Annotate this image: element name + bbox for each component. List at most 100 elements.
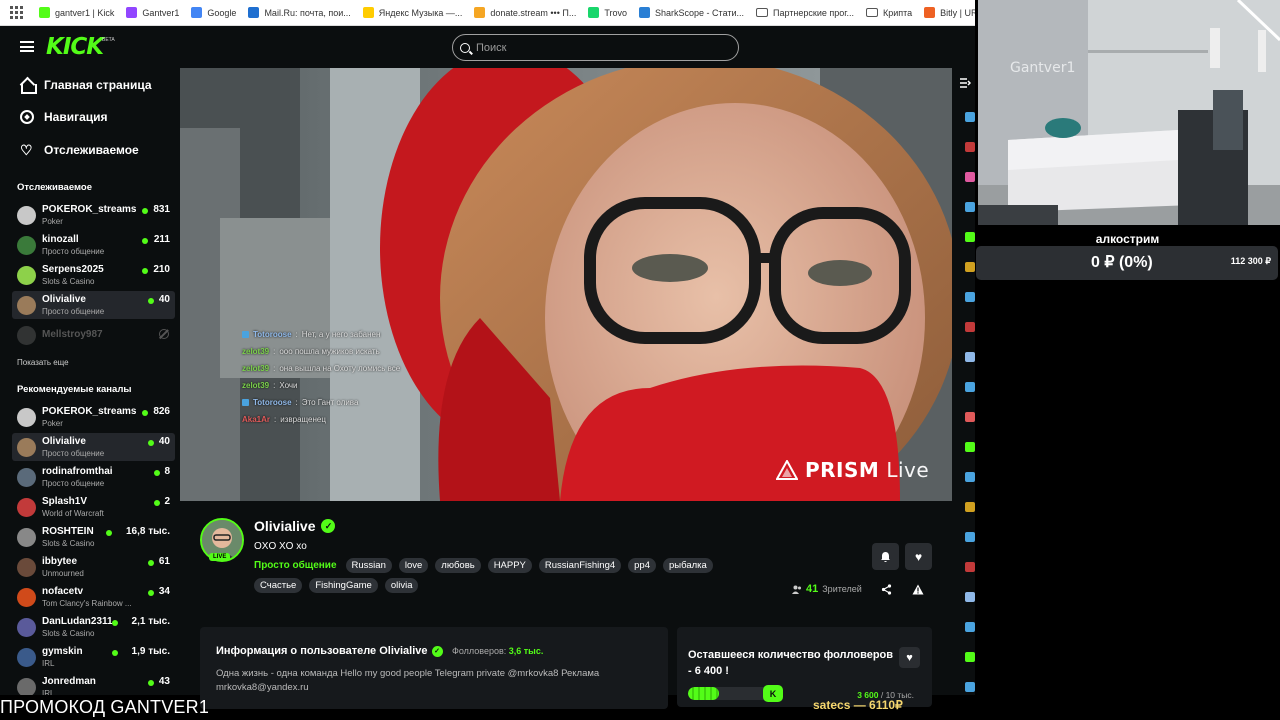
bookmark-item[interactable]: SharkScope - Стати... xyxy=(639,7,744,18)
follow-button[interactable]: ♥ xyxy=(905,543,932,570)
bookmark-item[interactable]: Google xyxy=(191,7,236,18)
sidebar-channel[interactable]: ibbytee Unmourned 61 xyxy=(12,553,175,581)
channel-viewers: 826 xyxy=(153,406,170,417)
stream-tag[interactable]: olivia xyxy=(384,578,419,593)
stream-tag[interactable]: Russian xyxy=(345,558,392,573)
sidebar-channel[interactable]: gymskin IRL 1,9 тыс. xyxy=(12,643,175,671)
sidebar-channel[interactable]: rodinafromthai Просто общение 8 xyxy=(12,463,175,491)
favicon-icon xyxy=(924,7,936,18)
sidebar-channel[interactable]: Splash1V World of Warcraft 2 xyxy=(12,493,175,521)
category-link[interactable]: Просто общение xyxy=(254,560,337,571)
chat-text: она вышла на Охоту ломись все xyxy=(279,364,401,373)
live-dot-icon xyxy=(148,590,154,596)
live-dot-icon xyxy=(148,440,154,446)
viewer-number: 41 xyxy=(806,583,819,595)
live-dot-icon xyxy=(148,560,154,566)
collapsed-chat-badge xyxy=(965,322,975,332)
channel-category: World of Warcraft xyxy=(42,509,104,518)
kick-logo[interactable]: KICK xyxy=(46,34,104,60)
sidebar-channel[interactable]: nofacetv Tom Clancy's Rainbow ... 34 xyxy=(12,583,175,611)
live-dot-icon xyxy=(154,470,160,476)
nav-following[interactable]: ♡ Отслеживаемое xyxy=(20,143,139,157)
expand-chat-icon[interactable] xyxy=(959,78,971,88)
collapsed-chat-badge xyxy=(965,232,975,242)
stream-title: OXO XO xo xyxy=(254,541,307,552)
bookmark-item[interactable]: Bitly | URL Shortene xyxy=(924,7,975,18)
bookmark-item[interactable]: donate.stream ••• П... xyxy=(474,7,576,18)
nav-home[interactable]: Главная страница xyxy=(20,78,152,94)
bookmark-item[interactable]: Gantver1 xyxy=(126,7,179,18)
collapsed-chat-badge xyxy=(965,292,975,302)
bookmark-item[interactable]: gantver1 | Kick xyxy=(39,7,114,18)
sidebar-channel[interactable]: kinozall Просто общение 211 xyxy=(12,231,175,259)
notify-button[interactable] xyxy=(872,543,899,570)
live-dot-icon xyxy=(142,208,148,214)
streamer-name-row: Olivialive ✓ xyxy=(254,518,336,534)
stream-tag[interactable]: HAPPY xyxy=(487,558,532,573)
bookmark-item[interactable]: Крипта xyxy=(865,8,912,18)
sidebar-channel[interactable]: Olivialive Просто общение 40 xyxy=(12,291,175,319)
channel-name: rodinafromthai xyxy=(42,466,113,477)
stream-tag[interactable]: рыбалка xyxy=(663,558,713,573)
streamer-name[interactable]: Olivialive xyxy=(254,518,315,534)
stream-tag[interactable]: любовь xyxy=(435,558,481,573)
favicon-icon xyxy=(39,7,50,18)
channel-category: Просто общение xyxy=(42,449,105,458)
sidebar-channel[interactable]: Olivialive Просто общение 40 xyxy=(12,433,175,461)
sidebar-channel[interactable]: POKEROK_streams Poker 826 xyxy=(12,403,175,431)
verified-icon: ✓ xyxy=(431,645,443,657)
channel-avatar xyxy=(17,266,36,285)
channel-name: Olivialive xyxy=(42,436,86,447)
recommended-section-title: Рекомендуемые каналы xyxy=(17,384,132,395)
channel-viewers: 2,1 тыс. xyxy=(131,616,170,627)
sidebar-channel[interactable]: DanLudan2311 Slots & Casino 2,1 тыс. xyxy=(12,613,175,641)
goal-follow-button[interactable]: ♥ xyxy=(899,647,920,668)
sidebar-channel[interactable]: POKEROK_streams Poker 831 xyxy=(12,201,175,229)
bio-text: Одна жизнь - одна команда Hello my good … xyxy=(216,668,600,693)
kick-app: KICK BETA Главная страница Навигация ♡ О… xyxy=(0,26,975,709)
channel-avatar xyxy=(17,296,36,315)
report-icon[interactable] xyxy=(912,583,924,595)
collapsed-chat-badge xyxy=(965,652,975,662)
stream-tag[interactable]: Счастье xyxy=(254,578,303,593)
channel-name: POKEROK_streams xyxy=(42,204,137,215)
video-player[interactable]: Totoroose: Нет, а у него забанен zelot39: о… xyxy=(180,68,952,501)
channel-viewers: 43 xyxy=(158,676,170,687)
sidebar-channel[interactable]: ROSHTEIN Slots & Casino 16,8 тыс. xyxy=(12,523,175,551)
stream-tag[interactable]: RussianFishing4 xyxy=(538,558,622,573)
chat-text: Хочи xyxy=(279,381,298,390)
apps-grid-icon[interactable] xyxy=(10,5,23,20)
channel-avatar xyxy=(17,236,36,255)
sidebar-channel[interactable]: Serpens2025 Slots & Casino 210 xyxy=(12,261,175,289)
stream-tag[interactable]: pp4 xyxy=(628,558,656,573)
show-more-link[interactable]: Показать еще xyxy=(17,358,69,367)
heart-icon: ♡ xyxy=(20,142,33,158)
bookmark-item[interactable]: Яндекс Музыка —... xyxy=(362,7,462,18)
chat-username: Aka1Ar xyxy=(242,415,271,424)
channel-category: Просто общение xyxy=(42,307,105,316)
collapsed-chat-badge xyxy=(965,472,975,482)
bookmark-item[interactable]: Партнерские прог... xyxy=(756,8,854,18)
search-input[interactable] xyxy=(476,41,716,54)
search-bar[interactable] xyxy=(452,34,739,61)
chat-message: zelot39: ооо пошла мужиков искать xyxy=(242,343,400,360)
stream-tag[interactable]: FishingGame xyxy=(309,578,378,593)
sidebar-channel-offline[interactable]: Mellstroy987 xyxy=(12,321,175,349)
channel-avatar xyxy=(17,438,36,457)
chat-message: Totoroose: Это Гант олива xyxy=(242,394,400,411)
menu-icon[interactable] xyxy=(20,41,34,52)
channel-avatar xyxy=(17,498,36,517)
bookmark-item[interactable]: Trovo xyxy=(588,7,627,18)
chat-separator: : xyxy=(273,364,276,373)
channel-viewers: 40 xyxy=(158,294,170,305)
share-icon[interactable] xyxy=(880,583,892,595)
bookmark-item[interactable]: Mail.Ru: почта, пои... xyxy=(248,7,351,18)
sidebar-channel[interactable]: Jonredman IRL 43 xyxy=(12,673,175,695)
chat-message: Aka1Ar: извращенец xyxy=(242,411,400,428)
about-title: Информация о пользователе Olivialive xyxy=(216,645,428,657)
goal-title: Оставшееся количество фолловеров - 6 400… xyxy=(688,649,894,677)
nav-browse[interactable]: Навигация xyxy=(20,110,108,124)
collapsed-chat-badge xyxy=(965,622,975,632)
collapsed-chat-badge xyxy=(965,532,975,542)
stream-tag[interactable]: love xyxy=(398,558,429,573)
